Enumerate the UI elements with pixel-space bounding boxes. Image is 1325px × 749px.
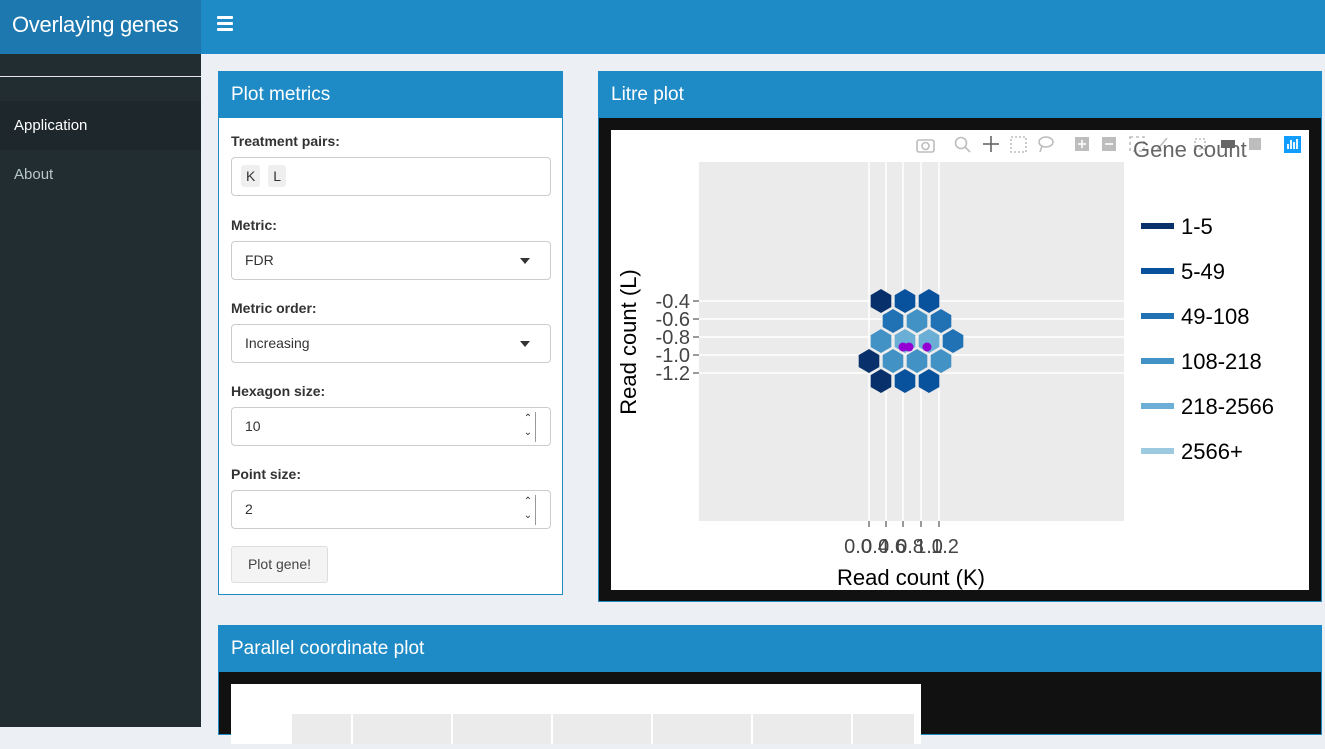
legend-label: 218-2566 (1181, 394, 1274, 419)
metric-order-label: Metric order: (231, 300, 317, 316)
hexagon-size-label: Hexagon size: (231, 383, 326, 399)
zoom-in-icon[interactable] (1075, 137, 1089, 151)
lasso-icon[interactable] (1038, 136, 1054, 153)
parallel-coordinate-plot (231, 684, 921, 744)
camera-icon[interactable] (916, 139, 935, 153)
panel-title: Litre plot (599, 72, 1321, 118)
x-axis-ticks: 0.00.40.60.81.01.2 (844, 521, 959, 558)
sidebar-item-application[interactable]: Application (0, 101, 201, 150)
chevron-down-icon (520, 341, 530, 347)
gene-point (904, 342, 914, 352)
zoom-icon[interactable] (954, 136, 971, 153)
sidebar-divider (0, 76, 201, 77)
x-tick-label: 1.2 (931, 536, 959, 558)
metric-order-select[interactable]: Increasing (231, 324, 551, 363)
chevron-down-icon (520, 258, 530, 264)
hexagon-size-input[interactable]: 10 ⌃ ⌄ (231, 407, 551, 446)
x-axis-label: Read count (K) (837, 565, 985, 590)
point-size-input[interactable]: 2 ⌃ ⌄ (231, 490, 551, 529)
top-navbar (201, 0, 1325, 54)
legend: 1-5 5-49 49-108 108-218 218-2566 2566+ (1141, 214, 1274, 464)
y-axis-label: Read count (L) (616, 269, 641, 415)
point-size-label: Point size: (231, 466, 302, 482)
spinner-arrows-icon[interactable]: ⌃ ⌄ (521, 412, 536, 442)
treatment-pairs-label: Treatment pairs: (231, 133, 340, 149)
panel-title: Parallel coordinate plot (219, 626, 1321, 672)
hover-compare-icon[interactable] (1249, 138, 1261, 150)
plotly-logo-icon[interactable] (1284, 136, 1301, 153)
zoom-out-icon[interactable] (1102, 137, 1116, 151)
treatment-chip-k[interactable]: K (241, 165, 261, 187)
legend-label: 5-49 (1181, 259, 1225, 284)
metric-order-value: Increasing (245, 335, 310, 351)
plot-metrics-panel: Plot metrics Treatment pairs: K L Metric… (218, 71, 563, 595)
spinner-arrows-icon[interactable]: ⌃ ⌄ (521, 495, 536, 525)
pan-icon[interactable] (983, 136, 999, 152)
parallel-coordinate-panel: Parallel coordinate plot (218, 625, 1322, 744)
box-select-icon[interactable] (1010, 136, 1027, 153)
app-title: Overlaying genes (0, 0, 201, 54)
pc-plot-svg (292, 714, 914, 744)
sidebar-item-about[interactable]: About (0, 150, 201, 199)
panel-title: Plot metrics (219, 72, 562, 118)
legend-label: 2566+ (1181, 439, 1243, 464)
treatment-chip-l[interactable]: L (268, 165, 287, 187)
legend-label: 1-5 (1181, 214, 1213, 239)
legend-label: 49-108 (1181, 304, 1250, 329)
legend-label: 108-218 (1181, 349, 1262, 374)
metric-value: FDR (245, 252, 274, 268)
y-tick-label: -1.2 (656, 363, 690, 385)
metric-label: Metric: (231, 217, 277, 233)
litre-plot: -0.4 -0.6 -0.8 -1.0 -1.2 0.0 0.4 0.6 0.8 1.0 1.2 … (611, 130, 1309, 590)
pc-plot-background (292, 714, 914, 744)
plot-gene-button[interactable]: Plot gene! (231, 546, 328, 583)
sidebar: Application About (0, 54, 201, 727)
litre-plot-svg: -0.4-0.6-0.8-1.0-1.2 0.00.40.60.81.01.2 … (616, 136, 1301, 590)
hexagon-size-value: 10 (245, 418, 261, 434)
gene-point (922, 342, 932, 352)
y-axis-ticks: -0.4-0.6-0.8-1.0-1.2 (656, 291, 699, 385)
litre-plot-panel: Litre plot -0.4 -0.6 -0.8 -1.0 -1.2 0.0 … (598, 71, 1322, 602)
metric-select[interactable]: FDR (231, 241, 551, 280)
point-size-value: 2 (245, 501, 253, 517)
treatment-pairs-input[interactable]: K L (231, 157, 551, 196)
hamburger-icon[interactable] (217, 16, 233, 32)
legend-title: Gene count (1133, 137, 1247, 162)
